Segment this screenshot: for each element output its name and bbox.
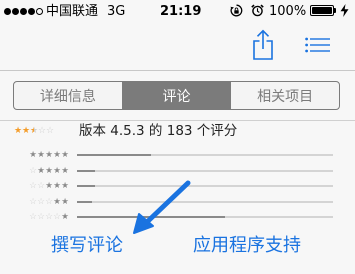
star-full-icon: ★: [61, 150, 69, 160]
star-full-icon: ★: [14, 126, 23, 136]
tab-related[interactable]: 相关项目: [230, 82, 339, 109]
star-full-icon: ★: [22, 126, 31, 136]
star-empty-icon: ☆: [53, 212, 61, 222]
star-empty-icon: ☆: [37, 181, 45, 191]
toolbar: [0, 22, 355, 70]
star-full-icon: ★: [37, 150, 45, 160]
star-full-icon: ★: [61, 165, 69, 176]
histogram-track: [77, 154, 333, 156]
histogram-row: ☆★★★★: [11, 164, 341, 178]
time-label: 21:19: [160, 4, 202, 19]
star-full-icon: ★: [45, 181, 53, 191]
list-menu-icon[interactable]: [305, 37, 330, 53]
histogram-track: [77, 216, 333, 218]
star-full-icon: ★: [53, 181, 61, 191]
star-empty-icon: ☆: [45, 196, 53, 207]
histogram-stars: ☆☆☆★★: [11, 195, 69, 209]
star-empty-icon: ☆: [29, 212, 37, 222]
histogram-stars: ★★★★★: [11, 148, 69, 162]
star-empty-icon: ☆: [46, 126, 55, 136]
star-empty-icon: ☆: [29, 196, 37, 207]
star-full-icon: ★: [45, 165, 53, 176]
signal-dot: [28, 8, 35, 15]
histogram-bar: [77, 154, 152, 156]
charging-bolt-icon: [340, 4, 349, 17]
star-half-icon: ★: [30, 126, 39, 136]
star-full-icon: ★: [61, 196, 69, 207]
tab-related-label: 相关项目: [257, 88, 314, 105]
average-rating-stars: ★★★☆☆: [14, 126, 54, 136]
segmented-divider: [0, 120, 355, 121]
alarm-clock-icon: [251, 4, 264, 17]
histogram-stars: ☆☆★★★: [11, 179, 69, 193]
signal-dot: [36, 8, 43, 15]
carrier-label: 中国联通: [46, 4, 99, 19]
toolbar-divider: [0, 70, 355, 71]
star-empty-icon: ☆: [29, 165, 37, 176]
star-full-icon: ★: [61, 212, 69, 222]
star-full-icon: ★: [37, 165, 45, 176]
star-empty-icon: ☆: [37, 196, 45, 207]
star-empty-icon: ☆: [38, 126, 47, 136]
rating-summary-stars: ★★★☆☆: [14, 123, 54, 139]
rotation-lock-icon: [230, 4, 243, 17]
star-full-icon: ★: [45, 150, 53, 160]
histogram-bar: [77, 200, 93, 203]
battery-percent-label: 100%: [269, 4, 307, 19]
segmented-control: 详细信息 评论 相关项目: [13, 81, 340, 110]
rating-count-label: 版本 4.5.3 的 183 个评分: [79, 123, 238, 139]
star-full-icon: ★: [61, 181, 69, 191]
write-review-link[interactable]: 撰写评论: [51, 235, 123, 257]
histogram-bar: [77, 169, 95, 172]
signal-dot: [4, 8, 11, 15]
star-full-icon: ★: [53, 150, 61, 160]
app-support-link[interactable]: 应用程序支持: [193, 235, 301, 257]
star-full-icon: ★: [53, 196, 61, 207]
tab-reviews[interactable]: 评论: [121, 82, 231, 109]
tab-details-label: 详细信息: [39, 88, 96, 105]
histogram-row: ★★★★★: [11, 148, 341, 162]
histogram-bar: [77, 185, 95, 187]
star-full-icon: ★: [29, 150, 37, 160]
histogram-track: [77, 185, 333, 187]
star-empty-icon: ☆: [29, 181, 37, 191]
signal-dot: [20, 8, 27, 15]
share-icon[interactable]: [251, 29, 275, 61]
signal-dot: [12, 8, 19, 15]
network-type-label: 3G: [107, 4, 126, 19]
histogram-track: [77, 169, 333, 172]
star-empty-icon: ☆: [45, 212, 53, 222]
status-bar: 中国联通 3G 21:19 100%: [0, 0, 355, 22]
battery-tip: [334, 8, 336, 13]
histogram-stars: ☆☆☆☆★: [11, 210, 69, 224]
battery-icon: [310, 5, 334, 16]
histogram-stars: ☆★★★★: [11, 164, 69, 178]
star-full-icon: ★: [53, 165, 61, 176]
histogram-track: [77, 200, 333, 203]
tab-reviews-label: 评论: [162, 88, 191, 105]
star-empty-icon: ☆: [37, 212, 45, 222]
annotation-arrow: [133, 180, 191, 234]
tab-details[interactable]: 详细信息: [14, 82, 122, 109]
